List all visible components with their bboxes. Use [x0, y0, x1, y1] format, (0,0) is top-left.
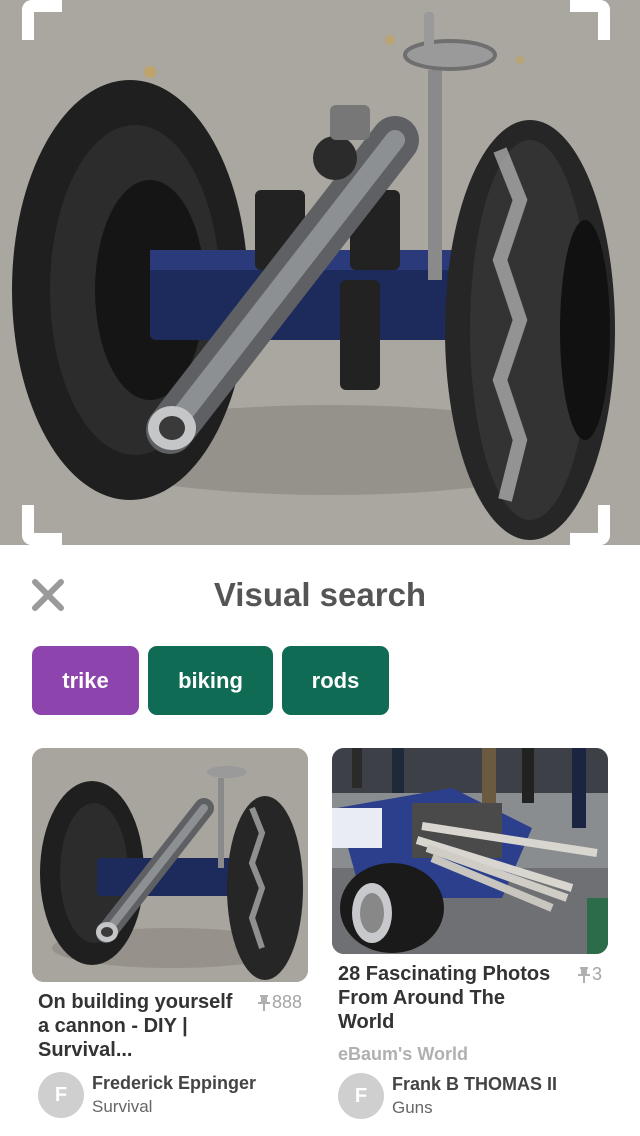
crop-corner-top-right[interactable] — [570, 0, 610, 40]
chip-rods[interactable]: rods — [282, 646, 389, 715]
result-title[interactable]: 28 Fascinating Photos From Around The Wo… — [338, 962, 553, 1034]
pinner-name[interactable]: Frank B THOMAS II — [392, 1073, 557, 1096]
annotation-chips: trike biking rods — [32, 646, 389, 715]
chip-trike[interactable]: trike — [32, 646, 139, 715]
cannon-photo — [0, 0, 640, 545]
board-name[interactable]: Guns — [392, 1096, 557, 1119]
pinner[interactable]: F Frederick Eppinger Survival — [32, 1072, 308, 1118]
avatar[interactable]: F — [338, 1073, 384, 1119]
result-title[interactable]: On building yourself a cannon - DIY | Su… — [38, 990, 238, 1062]
pinner-name[interactable]: Frederick Eppinger — [92, 1072, 256, 1095]
page-title: Visual search — [213, 576, 427, 613]
race-car-thumbnail — [332, 748, 608, 954]
close-icon — [32, 579, 64, 611]
board-name[interactable]: Survival — [92, 1095, 256, 1118]
chip-biking[interactable]: biking — [148, 646, 273, 715]
pin-count-value: 888 — [271, 992, 302, 1012]
result-card[interactable]: 28 Fascinating Photos From Around The Wo… — [332, 748, 608, 1119]
pinner[interactable]: F Frank B THOMAS II Guns — [332, 1073, 608, 1119]
result-source[interactable]: eBaum's World — [332, 1044, 608, 1065]
crop-corner-top-left[interactable] — [22, 0, 62, 40]
cannon-thumbnail — [32, 748, 308, 982]
pin-count-value: 3 — [591, 964, 602, 984]
crop-corner-bottom-right[interactable] — [570, 505, 610, 545]
pin-count: 3 — [577, 964, 602, 985]
result-image[interactable] — [32, 748, 308, 982]
search-image[interactable] — [0, 0, 640, 545]
crop-corner-bottom-left[interactable] — [22, 505, 62, 545]
result-card[interactable]: On building yourself a cannon - DIY | Su… — [32, 748, 308, 1118]
pin-count: 888 — [257, 992, 302, 1013]
close-button[interactable] — [28, 575, 68, 615]
pin-icon — [577, 966, 590, 983]
result-image[interactable] — [332, 748, 608, 954]
pin-icon — [257, 994, 270, 1011]
avatar[interactable]: F — [38, 1072, 84, 1118]
